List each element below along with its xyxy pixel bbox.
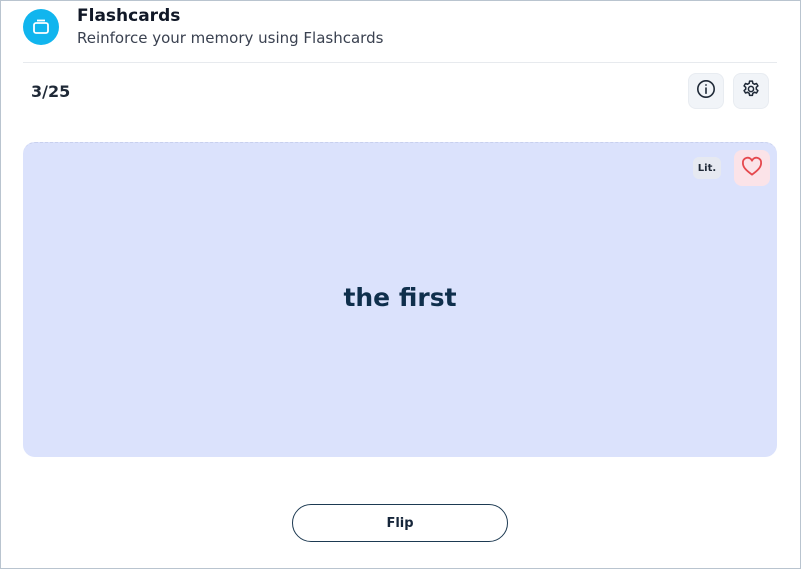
page-title: Flashcards	[77, 6, 181, 26]
settings-button[interactable]	[733, 73, 769, 109]
header-divider	[23, 62, 777, 63]
literal-badge: Lit.	[693, 157, 721, 179]
card-counter: 3/25	[31, 82, 71, 101]
flashcard[interactable]: Lit. the first	[23, 142, 777, 457]
favorite-button[interactable]	[734, 150, 770, 186]
info-button[interactable]	[688, 73, 724, 109]
gear-icon	[741, 79, 761, 103]
card-term: the first	[343, 283, 457, 312]
flashcards-icon	[23, 9, 59, 45]
flashcards-panel: Flashcards Reinforce your memory using F…	[0, 0, 801, 569]
heart-icon	[741, 156, 763, 180]
page-subtitle: Reinforce your memory using Flashcards	[77, 29, 384, 47]
info-icon	[696, 79, 716, 103]
flip-button[interactable]: Flip	[292, 504, 508, 542]
